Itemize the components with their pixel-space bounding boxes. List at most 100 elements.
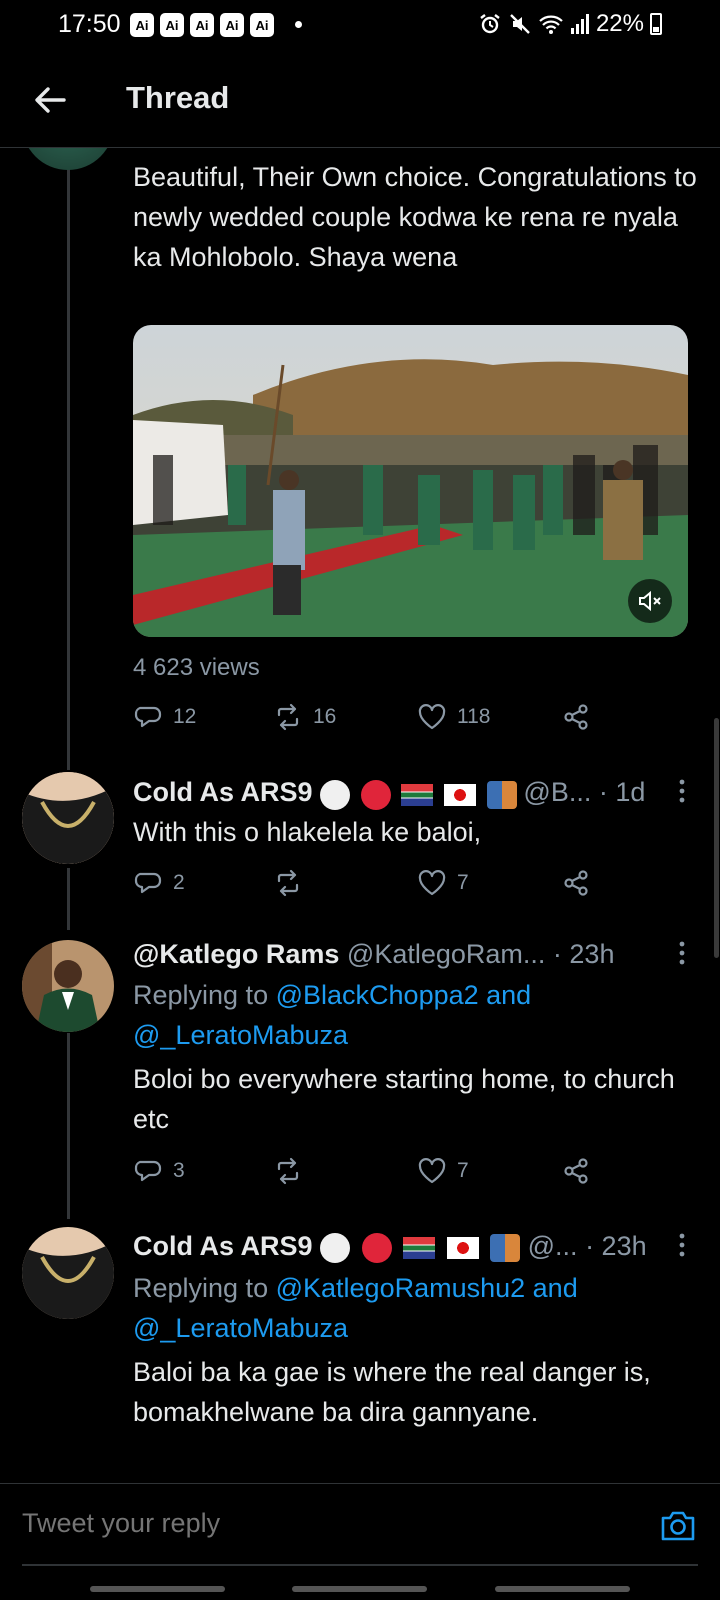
retweet-button[interactable]: [273, 863, 303, 903]
tweet-text: With this o hlakelela ke baloi,: [133, 817, 482, 847]
status-icons: 22%: [478, 10, 662, 38]
user-handle: @B...: [523, 777, 592, 807]
heart-icon: [418, 870, 446, 896]
avatar-image: [22, 1227, 114, 1319]
divider: [22, 1564, 698, 1566]
tweet-text: Boloi bo everywhere starting home, to ch…: [133, 1064, 675, 1134]
reply-button[interactable]: 12: [133, 697, 196, 737]
ai-badge-group: Ai Ai Ai Ai Ai: [130, 13, 274, 37]
nav-handle: [495, 1586, 630, 1592]
retweet-count: 16: [313, 705, 337, 728]
mention-link[interactable]: @_LeratoMabuza: [133, 1313, 348, 1343]
camera-icon[interactable]: [658, 1506, 698, 1546]
avatar-image: [22, 940, 114, 1032]
scrollbar[interactable]: [714, 718, 719, 958]
heart-icon: [418, 704, 446, 730]
ai-badge: Ai: [220, 13, 244, 37]
thread-connector: [67, 868, 70, 930]
reply-count: 3: [173, 1159, 185, 1182]
thread-header: Thread: [0, 52, 720, 148]
page-title: Thread: [126, 80, 230, 115]
share-icon: [564, 870, 588, 896]
retweet-icon: [277, 869, 299, 897]
retweet-icon: [277, 703, 299, 731]
avatar-image: [22, 772, 114, 864]
reply-count: 2: [173, 871, 185, 894]
ai-badge: Ai: [250, 13, 274, 37]
replying-to: Replying to @KatlegoRamushu2 and @_Lerat…: [133, 1268, 693, 1348]
like-button[interactable]: 7: [417, 863, 469, 903]
status-time: 17:50: [58, 10, 121, 38]
ai-badge: Ai: [190, 13, 214, 37]
tweet-video[interactable]: [133, 325, 688, 637]
retweet-icon: [277, 1157, 299, 1185]
tweet-actions: 12 16 118: [133, 697, 603, 737]
emoji-row: [320, 779, 523, 810]
reply-icon: [134, 872, 162, 894]
replying-to: Replying to @BlackChoppa2 and @_LeratoMa…: [133, 975, 693, 1055]
ai-badge: Ai: [160, 13, 184, 37]
reply-icon: [134, 706, 162, 728]
more-options-icon[interactable]: [676, 778, 688, 808]
avatar[interactable]: [22, 772, 114, 864]
avatar[interactable]: [22, 148, 114, 170]
battery-percentage: 22%: [595, 10, 644, 37]
share-button[interactable]: [561, 697, 591, 737]
speaker-muted-icon: [639, 590, 661, 612]
view-count: 4 623 views: [133, 654, 260, 681]
more-options-icon[interactable]: [676, 1232, 688, 1262]
wifi-icon: [539, 15, 563, 34]
tweet-time: · 23h: [585, 1231, 647, 1261]
share-button[interactable]: [561, 1151, 591, 1191]
like-button[interactable]: 118: [417, 697, 490, 737]
mention-link[interactable]: @_LeratoMabuza: [133, 1020, 348, 1050]
thread-connector: [67, 1033, 70, 1219]
like-count: 118: [457, 705, 491, 728]
replying-to-label: Replying to: [133, 980, 269, 1010]
tweet-actions: 3 7: [133, 1151, 603, 1191]
reply-button[interactable]: 3: [133, 1151, 185, 1191]
display-name[interactable]: @Katlego Rams: [133, 939, 339, 969]
mention-link[interactable]: @KatlegoRamushu2 and: [276, 1273, 578, 1303]
back-arrow-icon[interactable]: [30, 80, 70, 120]
more-options-icon[interactable]: [676, 940, 688, 970]
retweet-button[interactable]: 16: [273, 697, 336, 737]
like-count: 7: [457, 1159, 469, 1182]
thread-feed[interactable]: Beautiful, Their Own choice. Congratulat…: [0, 148, 720, 1483]
like-button[interactable]: 7: [417, 1151, 469, 1191]
tweet-time: · 1d: [598, 777, 646, 807]
tweet-text: Baloi ba ka gae is where the real danger…: [133, 1357, 651, 1427]
reply-count: 12: [173, 705, 197, 728]
retweet-button[interactable]: [273, 1151, 303, 1191]
reply-input[interactable]: [22, 1508, 622, 1539]
nav-handle: [90, 1586, 225, 1592]
mute-video-button[interactable]: [628, 579, 672, 623]
alarm-icon: [480, 14, 500, 34]
display-name[interactable]: Cold As ARS9: [133, 777, 313, 807]
status-bar: 17:50 Ai Ai Ai Ai Ai 22%: [0, 0, 720, 52]
heart-icon: [418, 1158, 446, 1184]
like-count: 7: [457, 871, 469, 894]
ai-badge: Ai: [130, 13, 154, 37]
tweet-header: Cold As ARS9 @B... · 1d: [133, 772, 693, 814]
user-handle: @...: [527, 1231, 578, 1261]
notification-dot-icon: [295, 21, 302, 28]
reply-button[interactable]: 2: [133, 863, 185, 903]
avatar[interactable]: [22, 940, 114, 1032]
replying-to-label: Replying to: [133, 1273, 269, 1303]
tweet-header: @Katlego Rams @KatlegoRam... · 23h: [133, 934, 693, 974]
battery-icon: [650, 13, 662, 35]
share-button[interactable]: [561, 863, 591, 903]
display-name[interactable]: Cold As ARS9: [133, 1231, 313, 1261]
signal-icon: [570, 14, 589, 34]
tweet-header: Cold As ARS9 @... · 23h: [133, 1226, 693, 1266]
tweet-actions: 2 7: [133, 863, 603, 903]
video-thumbnail: [133, 325, 688, 637]
mention-link[interactable]: @BlackChoppa2 and: [276, 980, 532, 1010]
avatar[interactable]: [22, 1227, 114, 1319]
emoji-row: [320, 1231, 528, 1263]
tweet-time: · 23h: [552, 939, 615, 969]
thread-connector: [67, 148, 70, 770]
reply-composer: [0, 1483, 720, 1600]
tweet-text: Beautiful, Their Own choice. Congratulat…: [133, 162, 697, 272]
